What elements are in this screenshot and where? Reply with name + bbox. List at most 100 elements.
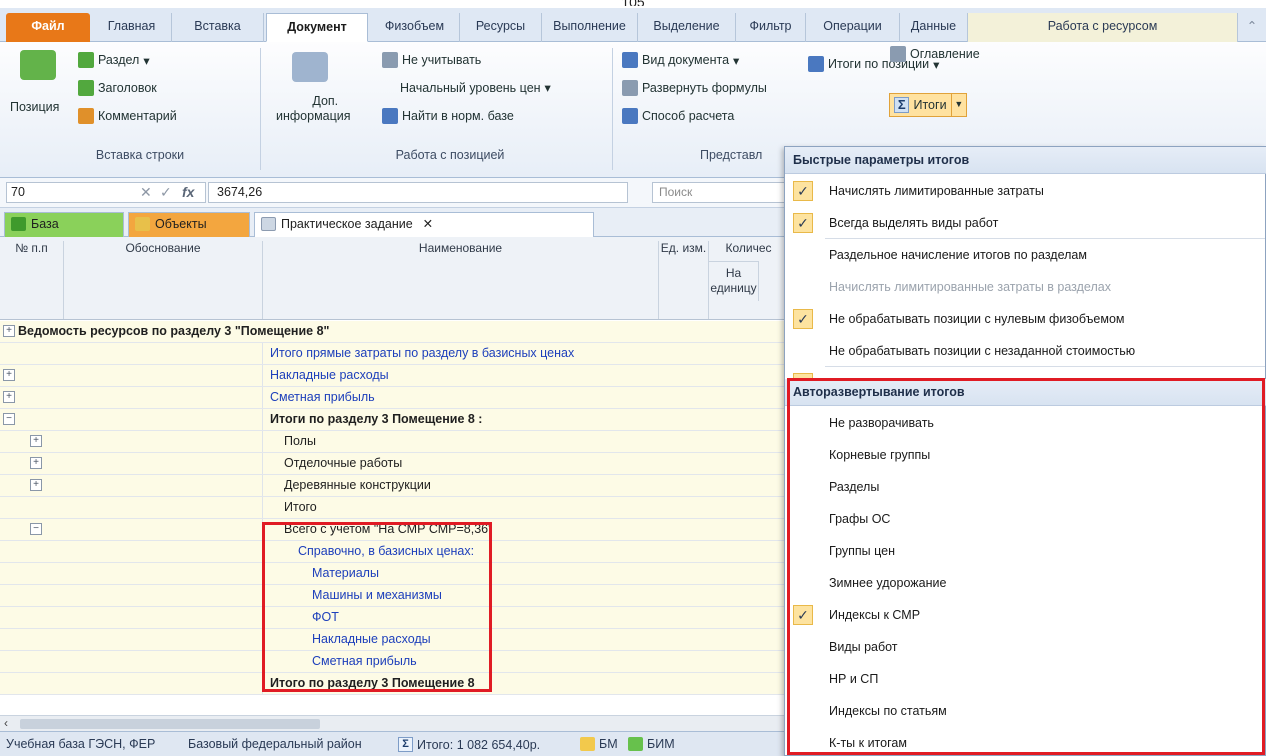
- row-name-cell[interactable]: Сметная прибыль: [264, 387, 664, 408]
- row-name-cell[interactable]: Накладные расходы: [264, 365, 664, 386]
- menu-item[interactable]: Не обрабатывать позиции с незаданной сто…: [785, 335, 1266, 367]
- menu-item[interactable]: ✓ Начислять лимитированные затраты: [785, 175, 1266, 207]
- bm-swatch-icon: [580, 737, 595, 751]
- expand-icon[interactable]: +: [30, 457, 42, 469]
- totals-button[interactable]: Σ Итоги ▼: [889, 93, 967, 117]
- formula-icon: [622, 80, 638, 96]
- expand-icon[interactable]: +: [3, 369, 15, 381]
- doc-view-icon: [622, 52, 638, 68]
- menu-item[interactable]: НР и СП: [785, 663, 1266, 695]
- menu-item[interactable]: К-ты к итогам: [785, 727, 1266, 756]
- row-name-cell[interactable]: Машины и механизмы: [264, 585, 664, 606]
- menu-item[interactable]: Группы цен: [785, 535, 1266, 567]
- menu-item[interactable]: Графы ОС: [785, 503, 1266, 535]
- contents-button[interactable]: Оглавление: [890, 46, 980, 62]
- row-name-cell[interactable]: Итого: [264, 497, 664, 518]
- horizontal-scrollbar[interactable]: ‹: [0, 715, 790, 731]
- expand-icon[interactable]: +: [3, 325, 15, 337]
- menu-item-label: Не разворачивать: [829, 416, 934, 430]
- status-total[interactable]: Σ Итого: 1 082 654,40р.: [398, 737, 540, 752]
- tab-execution[interactable]: Выполнение: [542, 13, 638, 42]
- menu-item[interactable]: Начислять лимитированные затраты в разде…: [785, 271, 1266, 303]
- header-unit[interactable]: Ед. изм.: [659, 241, 709, 319]
- header-qty-per-unit[interactable]: На единицу: [709, 261, 759, 301]
- header-qty[interactable]: Количес: [709, 241, 789, 261]
- row-name-cell[interactable]: Итого прямые затраты по разделу в базисн…: [264, 343, 664, 364]
- calc-method-button[interactable]: Способ расчета: [622, 108, 734, 124]
- scrollbar-thumb[interactable]: [20, 719, 320, 729]
- formula-input[interactable]: 3674,26: [208, 182, 628, 203]
- tab-objects[interactable]: Объекты: [128, 212, 250, 237]
- menu-item[interactable]: Разделы: [785, 471, 1266, 503]
- search-input[interactable]: Поиск: [652, 182, 802, 203]
- tab-practical-task[interactable]: Практическое задание ✕: [254, 212, 594, 237]
- menu-item[interactable]: Зимнее удорожание: [785, 567, 1266, 599]
- status-bim[interactable]: БИМ: [628, 737, 675, 751]
- quick-totals-menu: Быстрые параметры итогов ✓ Начислять лими…: [784, 146, 1266, 756]
- ribbon-collapse-icon[interactable]: ⌃: [1240, 13, 1264, 42]
- tab-filter[interactable]: Фильтр: [736, 13, 806, 42]
- tab-data[interactable]: Данные: [900, 13, 968, 42]
- close-icon[interactable]: ✕: [423, 217, 433, 231]
- menu-item[interactable]: ✓ Индексы к СМР: [785, 599, 1266, 631]
- header-name[interactable]: Наименование: [263, 241, 659, 319]
- doc-view-button[interactable]: Вид документа ▾: [622, 52, 739, 68]
- row-name-cell[interactable]: Сметная прибыль: [264, 651, 664, 672]
- tab-resources[interactable]: Ресурсы: [460, 13, 542, 42]
- tab-home[interactable]: Главная: [92, 13, 172, 42]
- row-name-cell[interactable]: Итоги по разделу 3 Помещение 8 :: [264, 409, 664, 430]
- expand-icon[interactable]: +: [30, 435, 42, 447]
- expand-icon[interactable]: +: [3, 391, 15, 403]
- row-name-cell[interactable]: Всего с учетом "На СМР СМР=8,36": [264, 519, 664, 540]
- cell-reference-input[interactable]: 70: [6, 182, 206, 203]
- row-name-cell[interactable]: Справочно, в базисных ценах:: [264, 541, 664, 562]
- tab-selection[interactable]: Выделение: [638, 13, 736, 42]
- expand-icon[interactable]: +: [30, 479, 42, 491]
- menu-item[interactable]: Корневые группы: [785, 439, 1266, 471]
- more-info-icon[interactable]: [292, 52, 328, 82]
- tab-file[interactable]: Файл: [6, 13, 90, 42]
- tab-insert[interactable]: Вставка: [172, 13, 264, 42]
- heading-button[interactable]: Заголовок: [78, 80, 157, 96]
- row-name-cell[interactable]: Итого по разделу 3 Помещение 8: [264, 673, 664, 694]
- tab-physvolume[interactable]: Физобъем: [370, 13, 460, 42]
- row-name-cell[interactable]: Накладные расходы: [264, 629, 664, 650]
- section-button[interactable]: Раздел ▾: [78, 52, 150, 68]
- add-position-icon[interactable]: [20, 50, 56, 80]
- row-left-cell: [0, 651, 263, 672]
- row-name-cell[interactable]: Отделочные работы: [264, 453, 664, 474]
- comment-button[interactable]: Комментарий: [78, 108, 177, 124]
- tab-operations[interactable]: Операции: [806, 13, 900, 42]
- menu-item-label: Раздельное начисление итогов по разделам: [829, 248, 1087, 262]
- collapse-icon[interactable]: −: [3, 413, 15, 425]
- header-num[interactable]: № п.п: [0, 241, 64, 319]
- collapse-icon[interactable]: −: [30, 523, 42, 535]
- header-basis[interactable]: Обоснование: [64, 241, 263, 319]
- price-level-button[interactable]: Начальный уровень цен ▾: [400, 80, 551, 96]
- menu-item[interactable]: Раздельное начисление итогов по разделам: [785, 239, 1266, 271]
- menu-item[interactable]: Не разворачивать: [785, 407, 1266, 439]
- menu-item[interactable]: ✓ Всегда выделять виды работ: [785, 207, 1266, 239]
- page-number: 105: [0, 0, 1266, 6]
- position-button[interactable]: Позиция: [10, 100, 59, 114]
- find-norm-button[interactable]: Найти в норм. базе: [382, 108, 514, 124]
- menu-item[interactable]: ✓ Не обрабатывать позиции с нулевым физоб…: [785, 303, 1266, 335]
- confirm-icon[interactable]: ✓: [160, 184, 172, 201]
- more-info-button[interactable]: Доп. информация: [276, 94, 351, 124]
- row-name-cell[interactable]: Полы: [264, 431, 664, 452]
- function-icon[interactable]: fx: [182, 184, 194, 200]
- status-bm[interactable]: БМ: [580, 737, 618, 751]
- row-name-cell[interactable]: Деревянные конструкции: [264, 475, 664, 496]
- tab-resource-work[interactable]: Работа с ресурсом: [968, 13, 1238, 42]
- chevron-down-icon[interactable]: ▼: [950, 94, 966, 116]
- cancel-icon[interactable]: ✕: [140, 184, 152, 201]
- tab-document[interactable]: Документ: [266, 13, 368, 42]
- scroll-left-icon[interactable]: ‹: [4, 716, 8, 730]
- menu-item[interactable]: Индексы по статьям: [785, 695, 1266, 727]
- menu-item[interactable]: Виды работ: [785, 631, 1266, 663]
- row-name-cell[interactable]: Материалы: [264, 563, 664, 584]
- tab-base[interactable]: База: [4, 212, 124, 237]
- ignore-button[interactable]: Не учитывать: [382, 52, 481, 68]
- row-name-cell[interactable]: ФОТ: [264, 607, 664, 628]
- expand-formulas-button[interactable]: Развернуть формулы: [622, 80, 767, 96]
